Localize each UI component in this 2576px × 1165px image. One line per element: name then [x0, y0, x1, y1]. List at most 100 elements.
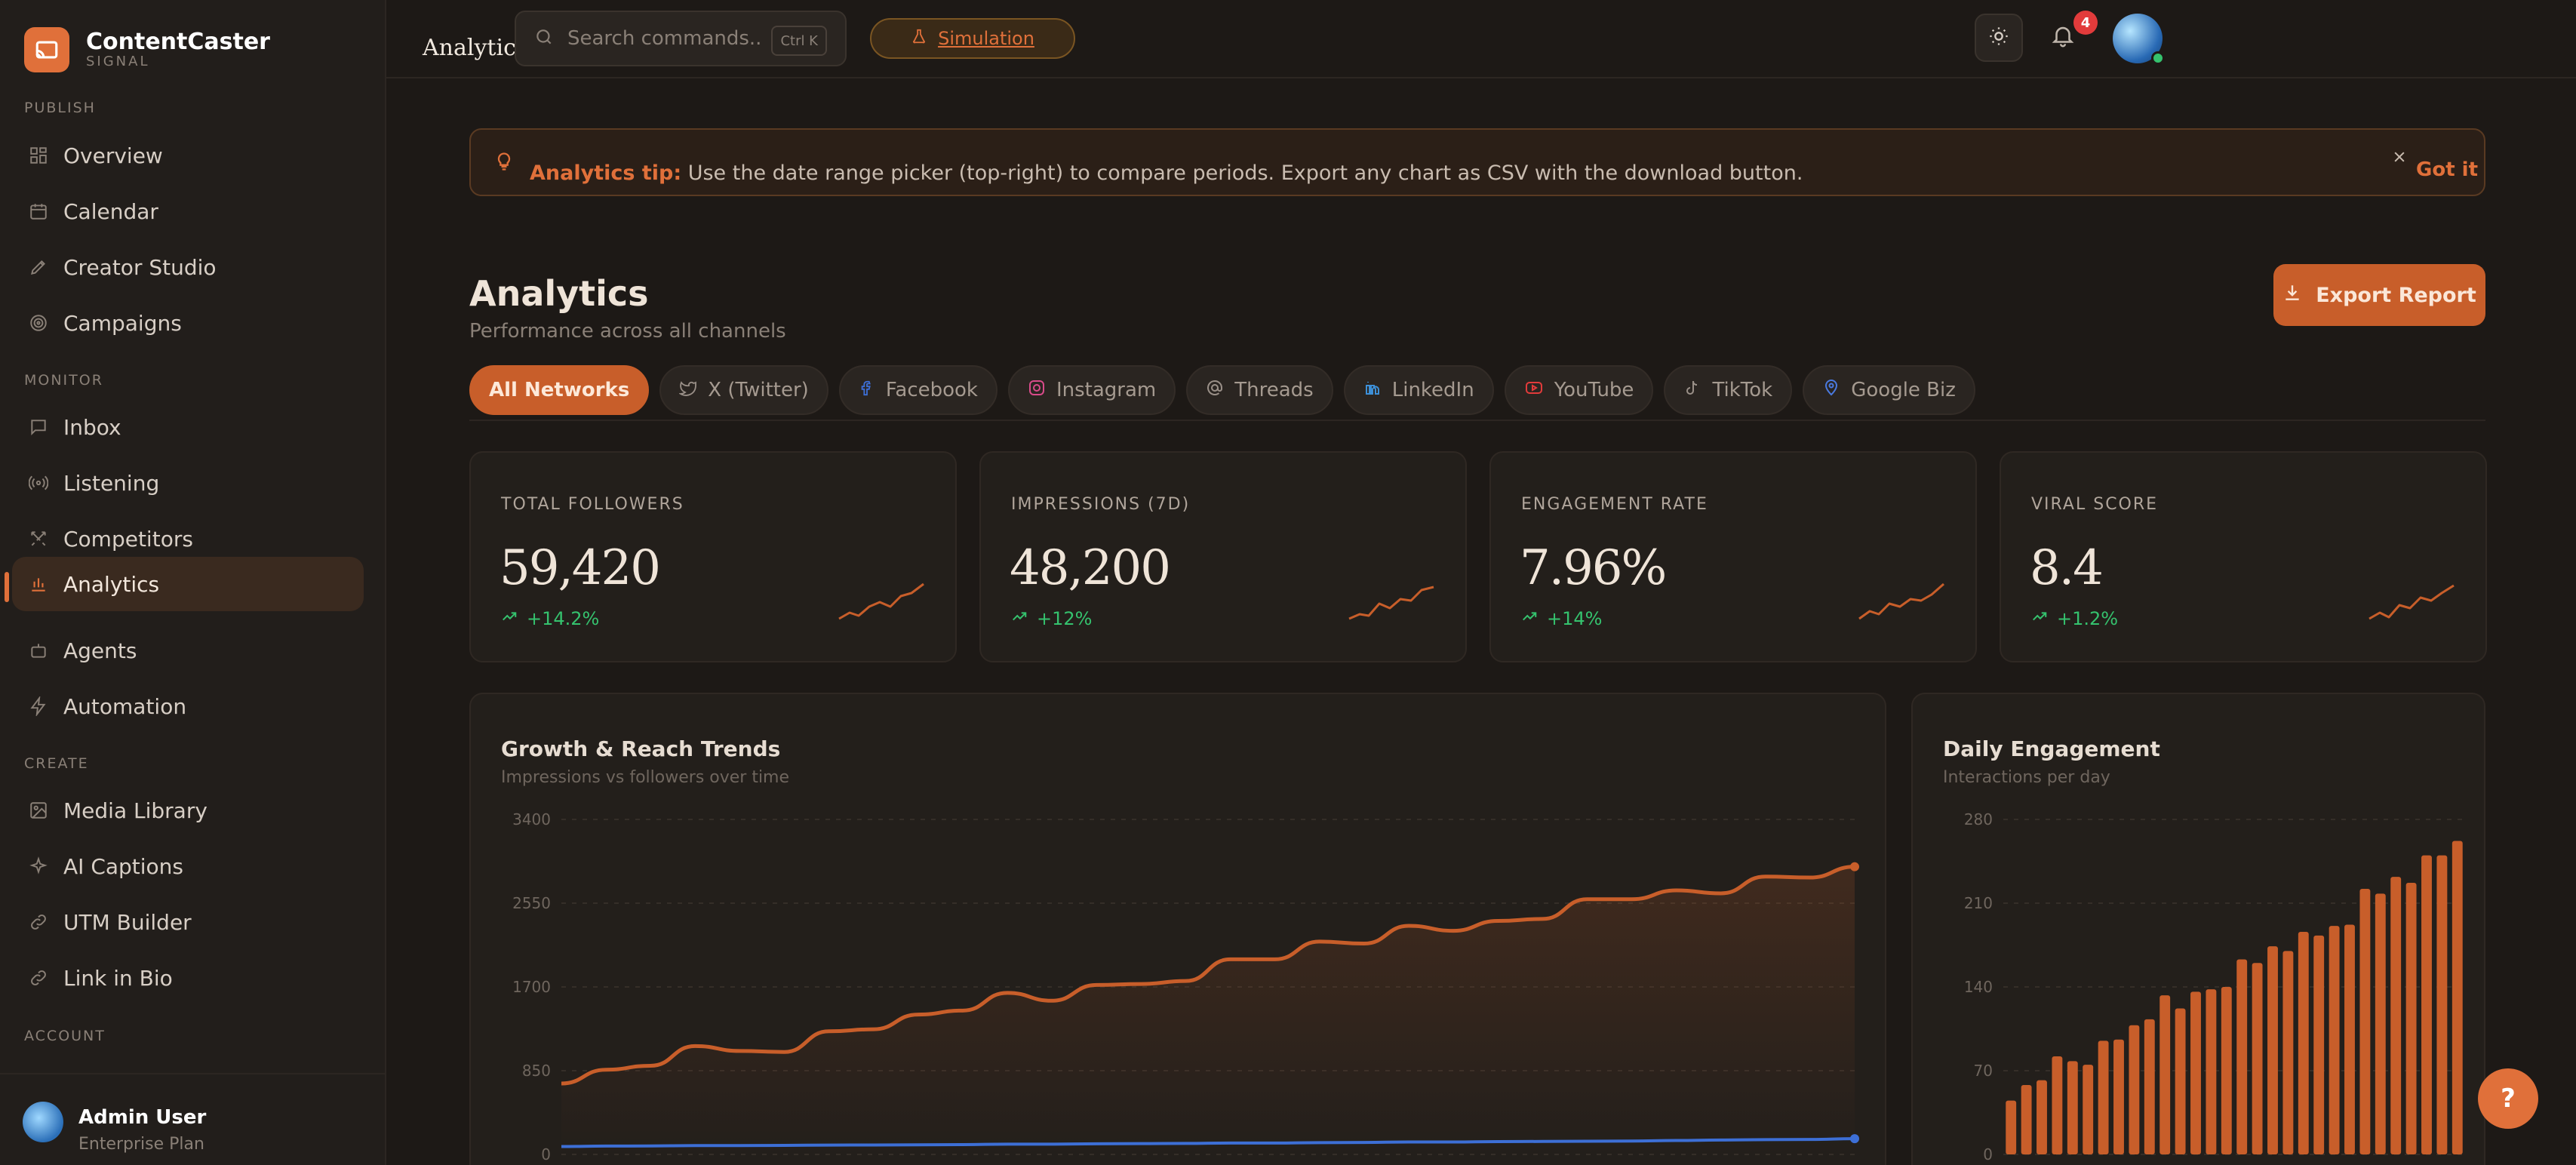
export-label: Export Report — [2316, 283, 2476, 307]
tab-instagram[interactable]: Instagram — [1007, 365, 1176, 415]
kpi-change: +14% — [1521, 608, 1602, 629]
trend-up-icon — [1011, 608, 1028, 629]
tab-all-networks[interactable]: All Networks — [469, 365, 650, 415]
daily-engagement-bar-chart: 0 70 140 210 280 — [1964, 810, 2465, 1163]
online-status-dot — [2151, 51, 2165, 65]
bar — [2221, 987, 2232, 1154]
sparkline-icon — [1348, 586, 1434, 620]
y-tick-label: 70 — [1974, 1062, 1993, 1080]
sidebar-item-analytics[interactable]: Analytics — [12, 557, 364, 611]
sun-icon — [1988, 26, 2009, 50]
kpi-value: 8.4 — [2030, 540, 2104, 596]
lightbulb-icon — [493, 151, 515, 175]
kpi-card-total-followers: TOTAL FOLLOWERS 59,420 +14.2% — [469, 451, 957, 662]
sidebar-item-label: Calendar — [63, 198, 158, 224]
sidebar-item-calendar[interactable]: Calendar — [12, 184, 364, 238]
sidebar-item-overview[interactable]: Overview — [12, 128, 364, 183]
sidebar-item-label: Media Library — [63, 798, 207, 823]
kpi-value: 59,420 — [500, 540, 661, 596]
search-input[interactable] — [567, 27, 764, 50]
kpi-change: +14.2% — [501, 608, 599, 629]
bar — [2359, 888, 2371, 1154]
tab-label: Facebook — [885, 379, 978, 401]
sidebar-item-listening[interactable]: Listening — [12, 456, 364, 510]
dismiss-tip-button[interactable]: Got it — [2416, 158, 2478, 181]
brand-sub: SIGNAL — [86, 54, 150, 69]
tab-linkedin[interactable]: LinkedIn — [1343, 365, 1494, 415]
y-tick-label: 210 — [1964, 894, 1993, 912]
tab-threads[interactable]: Threads — [1186, 365, 1333, 415]
kpi-change-value: +14% — [1547, 608, 1603, 629]
bar — [2206, 989, 2217, 1154]
bar — [2006, 1100, 2017, 1154]
kpi-value: 48,200 — [1010, 540, 1171, 596]
avatar — [23, 1102, 63, 1142]
tab-label: Instagram — [1056, 379, 1157, 401]
tab-facebook[interactable]: Facebook — [838, 365, 998, 415]
sidebar-item-agents[interactable]: Agents — [12, 623, 364, 678]
sidebar-item-media-library[interactable]: Media Library — [12, 783, 364, 838]
bolt-icon — [27, 695, 50, 718]
tab-label: LinkedIn — [1391, 379, 1474, 401]
download-icon — [2282, 283, 2302, 308]
simulation-badge[interactable]: Simulation — [870, 18, 1075, 59]
message-icon — [27, 416, 50, 438]
user-profile[interactable]: Admin User Enterprise Plan — [0, 1073, 385, 1165]
sidebar-item-ai-captions[interactable]: AI Captions — [12, 839, 364, 893]
brand-name: ContentCaster — [86, 29, 270, 55]
help-button[interactable]: ? — [2478, 1068, 2538, 1129]
trend-up-icon — [501, 608, 518, 629]
bar — [2159, 995, 2171, 1154]
cast-icon — [24, 27, 69, 72]
kpi-change-value: +1.2% — [2057, 608, 2119, 629]
notification-count-badge: 4 — [2073, 11, 2098, 35]
sidebar-item-automation[interactable]: Automation — [12, 679, 364, 733]
tip-body: Use the date range picker (top-right) to… — [687, 161, 1803, 185]
pen-icon — [27, 256, 50, 278]
tab-label: YouTube — [1554, 379, 1634, 401]
link-icon — [27, 911, 50, 933]
export-report-button[interactable]: Export Report — [2273, 264, 2485, 326]
sidebar-item-inbox[interactable]: Inbox — [12, 400, 364, 454]
shortcut-hint: Ctrl K — [771, 26, 827, 56]
map-pin-icon — [1822, 379, 1840, 402]
facebook-icon — [859, 379, 875, 402]
brand[interactable]: ContentCaster SIGNAL — [24, 26, 270, 74]
series-area — [561, 866, 1855, 1154]
simulation-label: Simulation — [938, 28, 1034, 49]
grid-icon — [27, 144, 50, 167]
sidebar-item-link-in-bio[interactable]: Link in Bio — [12, 951, 364, 1005]
user-name: Admin User — [78, 1106, 207, 1129]
page-breadcrumb: Analytics — [423, 35, 528, 61]
kpi-change: +12% — [1011, 608, 1092, 629]
page-subtitle: Performance across all channels — [469, 320, 786, 343]
section-label-publish: PUBLISH — [24, 100, 96, 116]
sidebar-item-creator-studio[interactable]: Creator Studio — [12, 240, 364, 294]
bar — [2436, 855, 2448, 1154]
close-icon[interactable] — [2392, 148, 2407, 169]
tab-label: TikTok — [1712, 379, 1773, 401]
sidebar-item-campaigns[interactable]: Campaigns — [12, 296, 364, 350]
growth-line-chart: 0 850 1700 2550 3400 — [512, 810, 1859, 1163]
tab-label: Google Biz — [1851, 379, 1956, 401]
active-indicator — [5, 572, 9, 602]
series-end-point — [1850, 862, 1859, 871]
youtube-icon — [1524, 379, 1544, 402]
command-search[interactable]: Ctrl K — [515, 11, 847, 66]
bar — [2313, 935, 2325, 1154]
bar — [2067, 1061, 2078, 1154]
tab-x-twitter[interactable]: X (Twitter) — [659, 365, 828, 415]
bar — [2329, 926, 2340, 1154]
bar — [2282, 951, 2294, 1154]
tab-tiktok[interactable]: TikTok — [1664, 365, 1793, 415]
tab-google-biz[interactable]: Google Biz — [1803, 365, 1975, 415]
linkedin-icon — [1363, 379, 1382, 402]
bar — [2175, 1008, 2186, 1154]
tabs-divider — [469, 420, 2485, 421]
calendar-icon — [27, 200, 50, 223]
sidebar-item-utm-builder[interactable]: UTM Builder — [12, 895, 364, 949]
kpi-label: IMPRESSIONS (7D) — [1011, 495, 1191, 514]
theme-toggle-button[interactable] — [1975, 14, 2023, 62]
bar — [2421, 855, 2432, 1154]
tab-youtube[interactable]: YouTube — [1504, 365, 1654, 415]
